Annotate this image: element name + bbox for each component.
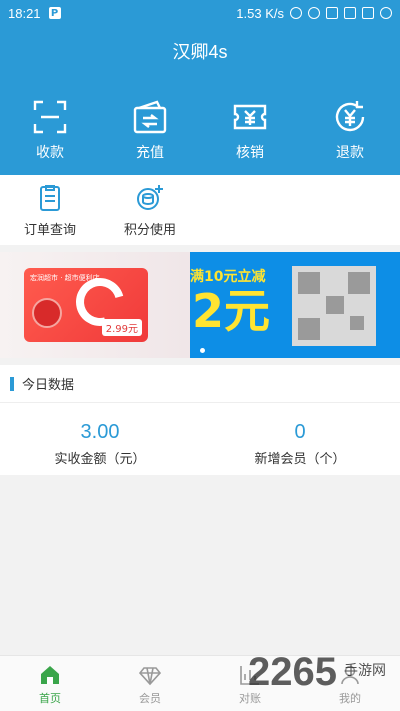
new-members-value: 0 bbox=[294, 421, 306, 443]
watermark-text: 手游网 bbox=[344, 663, 386, 679]
watermark: 2265 手游网 bbox=[248, 648, 398, 708]
status-bar: 18:21 P 1.53 K/s bbox=[0, 0, 400, 26]
verify-label: 核销 bbox=[236, 145, 264, 161]
ticket-icon bbox=[233, 104, 267, 130]
today-stats-panel: 今日数据 3.00 实收金额（元） 0 新增会员（个） bbox=[0, 365, 400, 475]
watermark-number: 2265 bbox=[248, 650, 337, 694]
page-title: 汉卿4s bbox=[172, 42, 228, 62]
order-list-icon bbox=[40, 185, 60, 211]
nav-members-label: 会员 bbox=[139, 692, 161, 705]
received-amount-label: 实收金额（元） bbox=[54, 452, 146, 467]
qr-code-image bbox=[292, 266, 376, 346]
stat-new-members[interactable]: 0 新增会员（个） bbox=[200, 403, 400, 467]
new-members-label: 新增会员（个） bbox=[254, 452, 346, 467]
refund-label: 退款 bbox=[336, 145, 364, 161]
points-use-button[interactable]: 积分使用 bbox=[100, 175, 200, 245]
diamond-icon bbox=[139, 667, 161, 686]
scan-icon bbox=[33, 100, 67, 134]
home-icon bbox=[41, 666, 59, 684]
refund-icon bbox=[335, 101, 365, 132]
stat-received-amount[interactable]: 3.00 实收金额（元） bbox=[0, 403, 200, 467]
function-grid: 订单查询 积分使用 bbox=[0, 175, 400, 245]
parking-icon: P bbox=[48, 7, 61, 19]
mute-icon bbox=[308, 7, 320, 19]
sync-icon bbox=[380, 7, 392, 19]
wallet-icon bbox=[133, 100, 167, 134]
points-use-label: 积分使用 bbox=[123, 223, 176, 238]
points-icon bbox=[137, 185, 163, 210]
wifi-icon bbox=[344, 7, 356, 19]
card-circle-decoration bbox=[32, 298, 62, 328]
collect-payment-button[interactable]: 收款 bbox=[0, 98, 100, 162]
battery-icon bbox=[362, 7, 374, 19]
member-card-image: 宏润超市 · 超市便利店 2.99元 bbox=[24, 268, 148, 342]
promo-banner[interactable]: 宏润超市 · 超市便利店 2.99元 满10元立减 2元 bbox=[0, 252, 400, 358]
network-speed: 1.53 K/s bbox=[236, 5, 284, 21]
recharge-label: 充值 bbox=[136, 145, 164, 161]
signal-icon bbox=[326, 7, 338, 19]
nav-home[interactable]: 首页 bbox=[0, 656, 100, 711]
recharge-button[interactable]: 充值 bbox=[100, 98, 200, 162]
status-time: 18:21 bbox=[8, 5, 41, 21]
card-price: 2.99元 bbox=[101, 319, 142, 336]
received-amount-value: 3.00 bbox=[80, 421, 120, 443]
order-query-label: 订单查询 bbox=[23, 223, 76, 238]
do-not-disturb-icon bbox=[290, 7, 302, 19]
collect-payment-label: 收款 bbox=[36, 145, 64, 161]
refund-button[interactable]: 退款 bbox=[300, 98, 400, 162]
banner-headline: 满10元立减 bbox=[190, 269, 266, 285]
nav-members[interactable]: 会员 bbox=[100, 656, 200, 711]
banner-amount: 2元 bbox=[192, 284, 271, 338]
verify-button[interactable]: 核销 bbox=[200, 98, 300, 162]
quick-actions: 收款 充值 核销 退款 bbox=[0, 98, 400, 162]
section-accent-bar bbox=[10, 376, 14, 391]
carousel-indicator[interactable] bbox=[200, 348, 205, 353]
nav-home-label: 首页 bbox=[39, 692, 61, 705]
stats-title: 今日数据 bbox=[22, 378, 75, 393]
order-query-button[interactable]: 订单查询 bbox=[0, 175, 100, 245]
